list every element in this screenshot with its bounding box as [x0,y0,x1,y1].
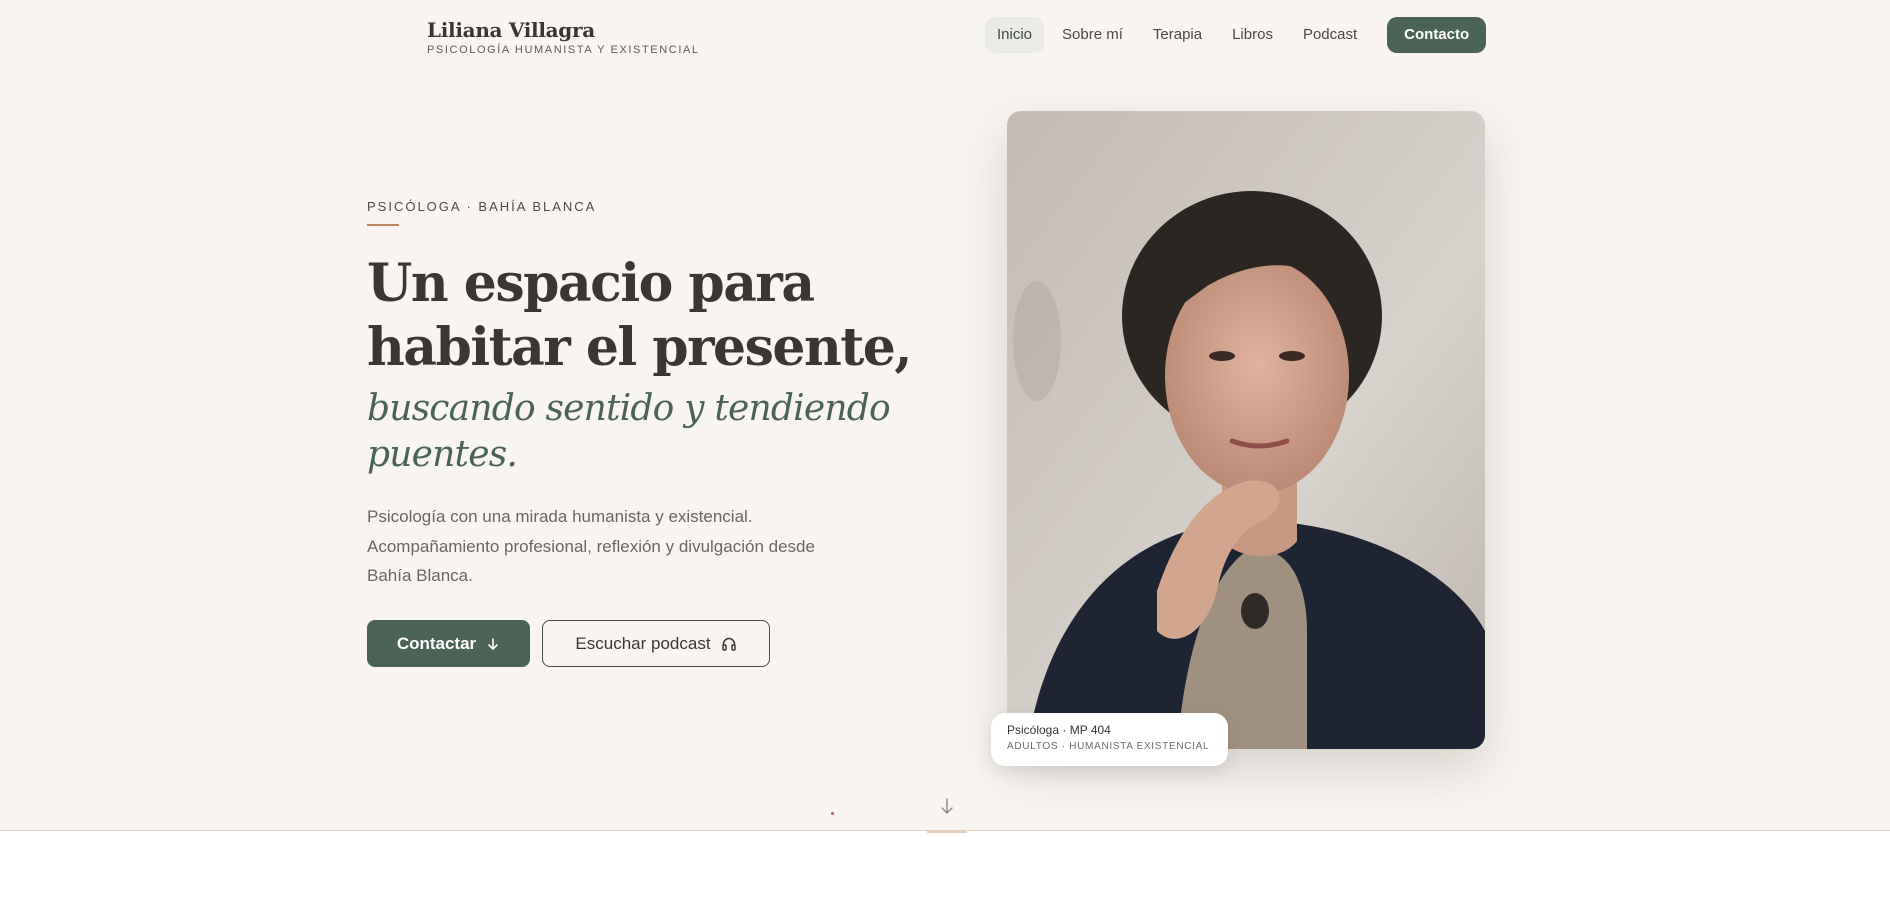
hero-lead: Psicología con una mirada humanista y ex… [367,507,815,585]
nav-item-libros[interactable]: Libros [1220,17,1285,53]
nav-item-sobre-mi[interactable]: Sobre mí [1050,17,1135,53]
badge-subtitle: ADULTOS · HUMANISTA EXISTENCIAL [1007,741,1210,752]
brand-tagline: PSICOLOGÍA HUMANISTA Y EXISTENCIAL [427,44,700,56]
indicator-dot [831,812,834,815]
contact-button[interactable]: Contactar [367,620,530,667]
brand-logo[interactable]: Liliana Villagra PSICOLOGÍA HUMANISTA Y … [427,18,700,56]
arrow-down-icon [486,637,500,651]
headphones-icon [721,636,737,652]
main-nav: Inicio Sobre mí Terapia Libros Podcast C… [985,17,1487,53]
credential-badge: Psicóloga · MP 404 ADULTOS · HUMANISTA E… [991,713,1228,766]
nav-item-terapia[interactable]: Terapia [1141,17,1214,53]
eyebrow-divider [367,224,399,226]
podcast-button[interactable]: Escuchar podcast [542,620,770,667]
podcast-button-label: Escuchar podcast [575,633,711,653]
contact-nav-button[interactable]: Contacto [1387,17,1487,53]
hero-subtitle: buscando sentido y tendiendo puentes. [367,388,891,475]
portrait-photo [1007,111,1485,749]
nav-item-inicio[interactable]: Inicio [985,17,1045,53]
brand-name: Liliana Villagra [427,18,595,42]
hero-eyebrow: PSICÓLOGA · BAHÍA BLANCA [367,199,597,214]
contact-button-label: Contactar [396,633,477,653]
hero-title: Un espacio para habitar el presente, [367,253,912,378]
nav-item-podcast[interactable]: Podcast [1291,17,1369,53]
hero-section: Liliana Villagra PSICOLOGÍA HUMANISTA Y … [0,0,1890,833]
scroll-indicator-line [927,830,967,833]
badge-title: Psicóloga · MP 404 [1007,723,1111,737]
arrow-down-icon[interactable] [937,796,957,821]
